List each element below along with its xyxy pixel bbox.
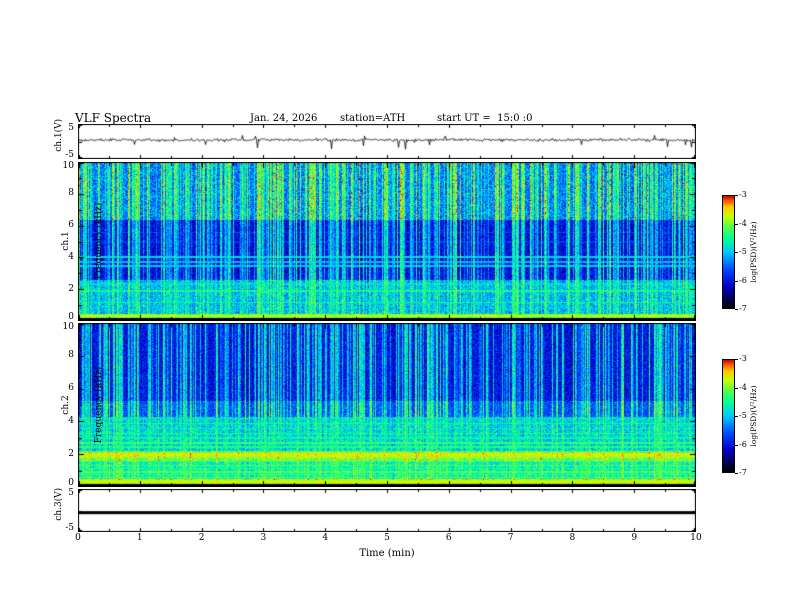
ch1-wave-ylabel-text: ch.1(V) [54,118,64,152]
ch2-spec-ylabel-line1: ch.2 [61,395,71,415]
colorbar-ch2 [722,359,735,473]
colorbar-tick [735,223,738,225]
figure-title: VLF Spectra [75,111,152,125]
tick-label: 6 [445,533,452,543]
tick-label: 5 [384,533,390,543]
colorbar-tick [735,387,738,389]
tick-label: 8 [569,533,576,543]
tick-label: 5 [68,487,74,498]
panel-ch3-waveform [78,489,696,532]
tick-label: 0 [68,311,74,322]
tick-label: 1 [136,533,143,543]
tick-label: -7 [739,304,747,313]
vlf-spectra-figure: VLF Spectra Jan. 24, 2026 station=ATH st… [0,0,792,612]
colorbar-tick [735,252,738,253]
ch1-wave-ylabel: ch.1(V) [43,101,64,181]
tick-label: -3 [739,190,747,199]
tick-label: -5 [739,411,747,420]
ch2-spectrogram-canvas [78,323,696,487]
colorbar-ch1-title: log(PSD)(V²/Hz) [749,221,758,283]
colorbar-tick [735,280,738,282]
header-station: station=ATH [340,113,406,124]
xaxis-title: Time (min) [359,548,415,559]
ch1-spec-ylabel-line1: ch.1 [61,231,71,251]
panel-ch1-waveform [78,124,696,159]
ch3-wave-ylabel: ch.3(V) [43,470,64,550]
tick-label: 5 [68,122,74,133]
tick-label: -3 [739,354,747,363]
ch3-waveform-canvas [78,489,696,532]
colorbar-tick [735,416,738,417]
ch3-wave-ylabel-text: ch.3(V) [54,487,64,521]
tick-label: 9 [631,533,638,543]
panel-ch1-spectrogram [78,162,696,321]
tick-label: 3 [260,533,267,543]
tick-label: 10 [690,533,702,543]
tick-label: -5 [65,149,74,160]
panel-ch2-spectrogram [78,323,696,487]
colorbar-ch1 [722,195,735,309]
tick-label: -4 [739,382,747,392]
header-start-ut: start UT = 15:0 :0 [437,113,533,124]
colorbar-tick [735,444,738,446]
tick-label: 0 [75,533,81,543]
tick-label: 0 [68,477,74,488]
tick-label: -5 [739,247,747,256]
header-date: Jan. 24, 2026 [250,113,318,124]
ch1-spec-ylabel: ch.1 Frequency (kHz) [39,171,104,311]
tick-label: 2 [198,533,205,543]
tick-label: -5 [65,522,74,533]
tick-label: -4 [739,218,747,228]
tick-label: 4 [322,533,329,543]
colorbar-tick [735,309,738,310]
ch2-spec-ylabel-line2: Frequency (kHz) [94,366,104,444]
ch1-spec-ylabel-line2: Frequency (kHz) [94,202,104,280]
ch1-spectrogram-canvas [78,162,696,321]
tick-label: -6 [739,275,747,285]
colorbar-tick [735,359,738,360]
colorbar-tick [735,195,738,196]
colorbar-ch2-title: log(PSD)(V²/Hz) [749,385,758,447]
tick-label: -6 [739,439,747,449]
tick-label: 10 [62,321,74,332]
colorbar-tick [735,473,738,474]
tick-label: -7 [739,468,747,477]
ch2-spec-ylabel: ch.2 Frequency (kHz) [39,335,104,475]
ch1-waveform-canvas [78,124,696,159]
tick-label: 7 [507,533,514,543]
